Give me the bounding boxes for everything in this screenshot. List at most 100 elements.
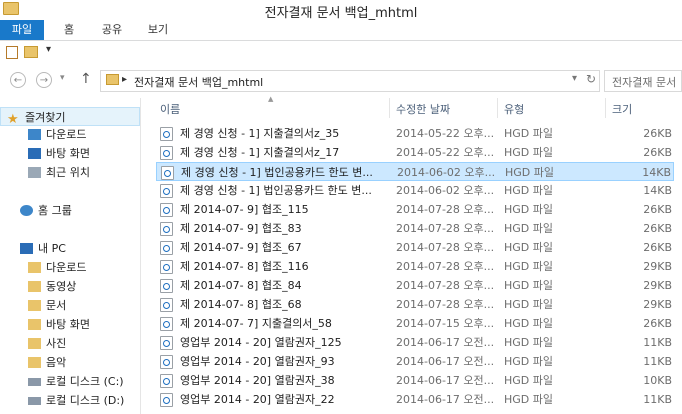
file-size: 11KB (643, 336, 672, 349)
file-name: 제 경영 신청 - 1] 지출결의서z_17 (180, 146, 340, 159)
hgd-file-icon (160, 241, 173, 255)
file-name: 제 2014-07- 9] 협조_115 (180, 203, 309, 216)
recent-locations-chevron-icon[interactable]: ▾ (60, 73, 65, 83)
file-row[interactable]: 제 2014-07- 9] 협조_83 2014-07-28 오후... HGD 파… (156, 219, 674, 238)
file-row[interactable]: 제 2014-07- 9] 협조_67 2014-07-28 오후... HGD 파… (156, 238, 674, 257)
file-type: HGD 파일 (504, 298, 554, 311)
tab-share[interactable]: 공유 (92, 20, 132, 40)
file-type: HGD 파일 (504, 336, 554, 349)
file-name: 제 2014-07- 8] 협조_116 (180, 260, 309, 273)
file-row[interactable]: 영업부 2014 - 20] 열람권자_93 2014-06-17 오전... HG… (156, 352, 674, 371)
breadcrumb-separator[interactable]: ▸ (122, 74, 127, 85)
file-row[interactable]: 제 2014-07- 8] 협조_68 2014-07-28 오후... HGD 파… (156, 295, 674, 314)
hgd-file-icon (160, 279, 173, 293)
file-date: 2014-06-02 오후... (396, 184, 495, 197)
nav-item-downloads[interactable]: 다운로드 (0, 125, 140, 144)
nav-item-pictures[interactable]: 사진 (0, 334, 140, 353)
address-dropdown-chevron-icon[interactable]: ▾ (572, 73, 577, 84)
refresh-icon[interactable]: ↻ (586, 72, 596, 86)
download-folder-icon (28, 129, 41, 140)
file-type: HGD 파일 (504, 146, 554, 159)
file-row[interactable]: 제 2014-07- 9] 협조_115 2014-07-28 오후... HGD … (156, 200, 674, 219)
nav-item-recent-places[interactable]: 최근 위치 (0, 163, 140, 182)
desktop-folder-icon (28, 319, 41, 330)
nav-item-downloads[interactable]: 다운로드 (0, 258, 140, 277)
file-date: 2014-06-17 오전... (396, 393, 495, 406)
breadcrumb-current-folder[interactable]: 전자결재 문서 백업_mhtml (134, 74, 263, 90)
nav-item-label: 바탕 화면 (46, 147, 90, 160)
computer-icon (20, 243, 33, 254)
drive-icon (28, 397, 41, 405)
file-size: 14KB (642, 166, 671, 179)
file-size: 26KB (643, 317, 672, 330)
column-divider[interactable] (389, 98, 390, 118)
nav-item-label: 바탕 화면 (46, 318, 90, 331)
file-name: 제 2014-07- 9] 협조_67 (180, 241, 302, 254)
nav-item-desktop[interactable]: 바탕 화면 (0, 315, 140, 334)
customize-toolbar-chevron-icon[interactable]: ▾ (46, 44, 51, 55)
file-date: 2014-06-17 오전... (396, 355, 495, 368)
tab-home[interactable]: 홈 (52, 20, 86, 40)
music-folder-icon (28, 357, 41, 368)
hgd-file-icon (160, 336, 173, 350)
back-icon[interactable]: ← (10, 72, 26, 88)
file-row[interactable]: 제 경영 신청 - 1] 지출결의서z_35 2014-05-22 오후... HG… (156, 124, 674, 143)
file-size: 14KB (643, 184, 672, 197)
nav-item-music[interactable]: 음악 (0, 353, 140, 372)
file-size: 26KB (643, 127, 672, 140)
up-arrow-icon[interactable]: ↑ (80, 71, 92, 87)
file-name: 제 2014-07- 8] 협조_68 (180, 298, 302, 311)
nav-item-desktop[interactable]: 바탕 화면 (0, 144, 140, 163)
hgd-file-icon (160, 374, 173, 388)
nav-item-documents[interactable]: 문서 (0, 296, 140, 315)
nav-item-videos[interactable]: 동영상 (0, 277, 140, 296)
forward-icon[interactable]: → (36, 72, 52, 88)
file-type: HGD 파일 (504, 317, 554, 330)
nav-this-pc[interactable]: 내 PC (0, 239, 140, 258)
file-row[interactable]: 제 2014-07- 7] 지출결의서_58 2014-07-15 오후... HG… (156, 314, 674, 333)
tab-file[interactable]: 파일 (0, 20, 44, 40)
file-type: HGD 파일 (504, 355, 554, 368)
file-row[interactable]: 제 경영 신청 - 1] 법인공용카드 한도 변... 2014-06-02 오후… (156, 181, 674, 200)
star-icon: ★ (7, 112, 19, 127)
file-type: HGD 파일 (504, 184, 554, 197)
nav-item-label: 최근 위치 (46, 166, 90, 179)
nav-item-drive-c[interactable]: 로컬 디스크 (C:) (0, 372, 140, 391)
properties-icon[interactable] (6, 46, 18, 59)
nav-item-label: 사진 (46, 337, 67, 350)
nav-item-label: 음악 (46, 356, 67, 369)
search-input-placeholder[interactable]: 전자결재 문서 (612, 74, 676, 90)
file-row[interactable]: 영업부 2014 - 20] 열람권자_125 2014-06-17 오전... H… (156, 333, 674, 352)
nav-homegroup[interactable]: 홈 그룹 (0, 201, 140, 220)
download-folder-icon (28, 262, 41, 273)
column-header-date[interactable]: 수정한 날짜 (396, 101, 496, 119)
column-header-type[interactable]: 유형 (504, 101, 604, 119)
file-row[interactable]: 영업부 2014 - 20] 열람권자_38 2014-06-17 오전... HG… (156, 371, 674, 390)
file-date: 2014-07-28 오후... (396, 203, 495, 216)
nav-item-label: 동영상 (46, 280, 77, 293)
column-header-size[interactable]: 크기 (612, 101, 672, 119)
file-name: 제 2014-07- 8] 협조_84 (180, 279, 302, 292)
new-folder-icon[interactable] (24, 46, 38, 58)
quick-access-toolbar (0, 41, 682, 63)
file-size: 11KB (643, 355, 672, 368)
file-row[interactable]: 영업부 2014 - 20] 열람권자_22 2014-06-17 오전... HG… (156, 390, 674, 409)
file-type: HGD 파일 (504, 241, 554, 254)
file-row[interactable]: 제 2014-07- 8] 협조_116 2014-07-28 오후... HGD … (156, 257, 674, 276)
column-divider[interactable] (497, 98, 498, 118)
file-size: 26KB (643, 203, 672, 216)
file-row[interactable]: 제 2014-07- 8] 협조_84 2014-07-28 오후... HGD 파… (156, 276, 674, 295)
column-divider[interactable] (605, 98, 606, 118)
file-name: 제 2014-07- 7] 지출결의서_58 (180, 317, 332, 330)
nav-item-drive-d[interactable]: 로컬 디스크 (D:) (0, 391, 140, 410)
column-header-name[interactable]: 이름 (160, 101, 388, 119)
tab-view[interactable]: 보기 (138, 20, 178, 40)
nav-favorites[interactable]: ★ 즐겨찾기 (0, 107, 140, 127)
file-date: 2014-05-22 오후... (396, 127, 495, 140)
file-row[interactable]: 제 경영 신청 - 1] 지출결의서z_17 2014-05-22 오후... HG… (156, 143, 674, 162)
file-date: 2014-06-02 오후... (397, 166, 496, 179)
file-row[interactable]: 제 경영 신청 - 1] 법인공용카드 한도 변... 2014-06-02 오후… (156, 162, 674, 181)
file-type: HGD 파일 (504, 127, 554, 140)
file-size: 26KB (643, 146, 672, 159)
file-size: 26KB (643, 241, 672, 254)
